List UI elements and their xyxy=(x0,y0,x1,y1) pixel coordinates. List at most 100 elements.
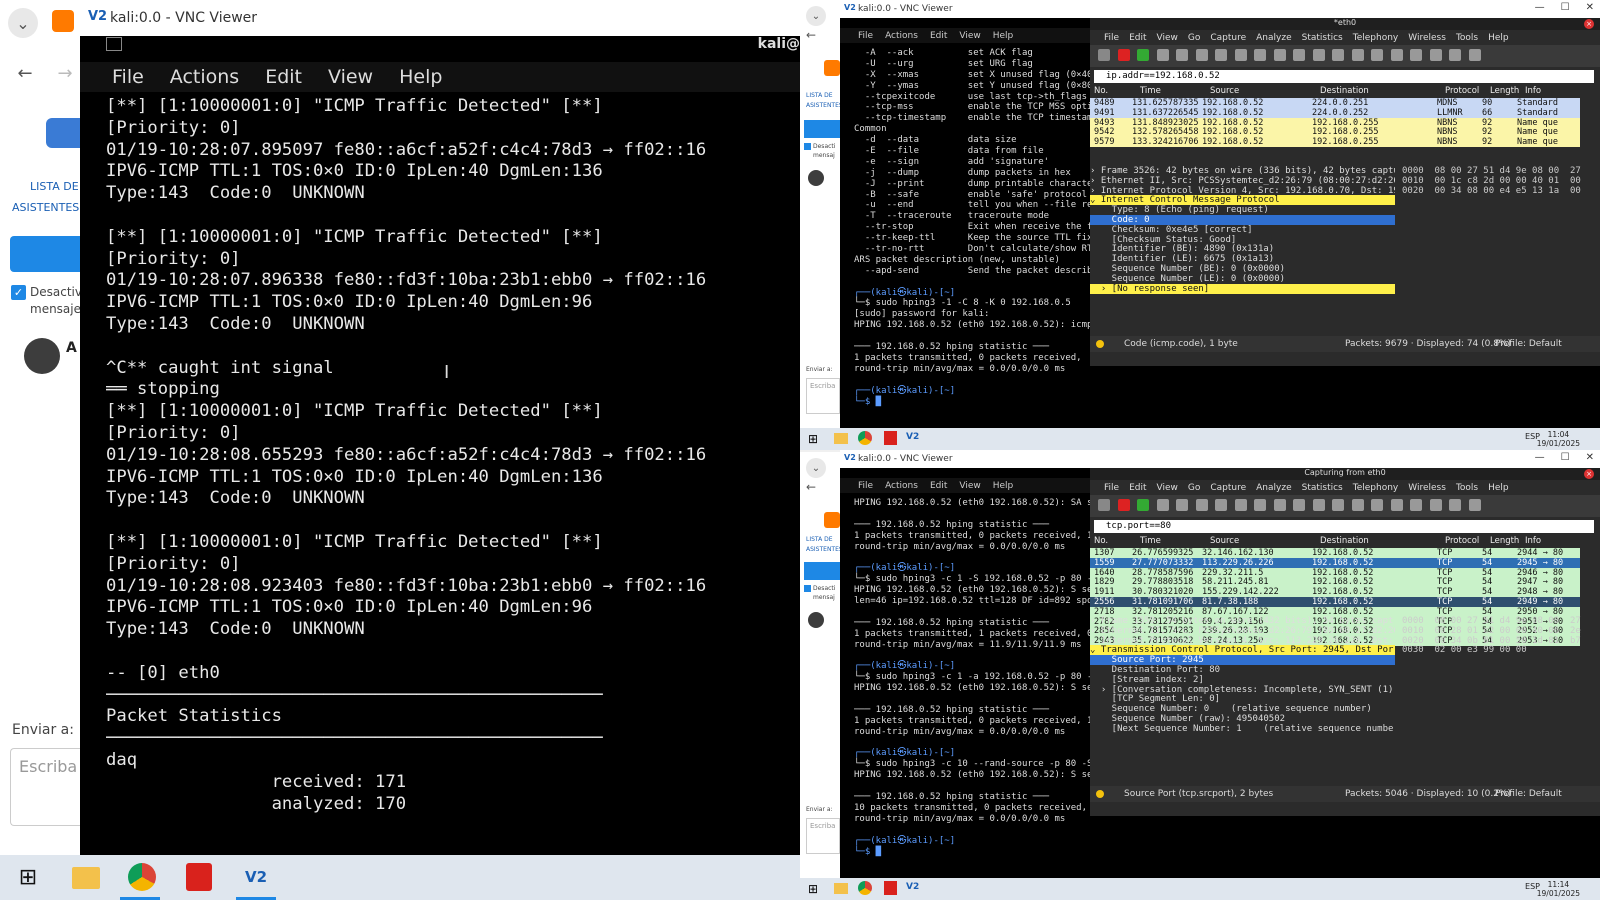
snort-terminal-output[interactable]: [**] [1:10000001:0] "ICMP Traffic Detect… xyxy=(106,95,796,850)
menu-view[interactable]: View xyxy=(328,66,373,88)
packet-detail-line[interactable]: Checksum: 0xe4e5 [correct] xyxy=(1090,225,1395,235)
menu-actions[interactable]: Actions xyxy=(170,66,239,88)
maximize-icon[interactable]: ☐ xyxy=(1561,2,1570,13)
search-icon[interactable] xyxy=(1254,499,1266,511)
save-icon[interactable] xyxy=(1195,499,1208,511)
column-header[interactable]: Destination xyxy=(1320,536,1369,546)
column-header[interactable]: Source xyxy=(1210,536,1239,546)
menu-view[interactable]: View xyxy=(959,31,980,41)
resize-columns-icon[interactable] xyxy=(1468,499,1481,511)
save-icon[interactable] xyxy=(1195,49,1208,61)
forward-icon[interactable] xyxy=(1293,49,1305,61)
column-header[interactable]: Info xyxy=(1525,86,1541,96)
restart-capture-icon[interactable] xyxy=(1137,499,1149,511)
column-header[interactable]: Length xyxy=(1490,86,1519,96)
normal-size-icon[interactable] xyxy=(1449,499,1461,511)
packet-detail-line[interactable]: [Checksum Status: Good] xyxy=(1090,235,1395,245)
menu-help[interactable]: Help xyxy=(399,66,442,88)
shark-fin-icon[interactable] xyxy=(1098,499,1110,511)
forward-icon[interactable] xyxy=(1293,499,1305,511)
column-header[interactable]: Length xyxy=(1490,536,1519,546)
menu-telephony[interactable]: Telephony xyxy=(1353,33,1399,43)
stop-capture-icon[interactable] xyxy=(1117,499,1130,511)
menu-help[interactable]: Help xyxy=(993,481,1014,491)
packet-row[interactable]: 9489 131.625787335 192.168.0.52 224.0.0.251… xyxy=(1090,98,1580,108)
display-filter-input[interactable]: ip.addr==192.168.0.52 xyxy=(1094,70,1594,83)
file-explorer-icon[interactable] xyxy=(834,433,848,444)
packet-detail-line[interactable]: › [Conversation completeness: Incomplete… xyxy=(1090,685,1395,695)
message-input[interactable]: Escriba xyxy=(10,748,80,826)
stop-capture-icon[interactable] xyxy=(1117,49,1130,61)
menu-wireless[interactable]: Wireless xyxy=(1408,483,1446,493)
close-icon[interactable]: × xyxy=(1584,19,1594,29)
goto-icon[interactable] xyxy=(1312,499,1325,511)
menu-edit[interactable]: Edit xyxy=(930,31,947,41)
primary-button[interactable] xyxy=(10,236,80,272)
taskbar-clock[interactable]: 11:14 19/01/2025 xyxy=(1537,880,1580,898)
column-header[interactable]: Info xyxy=(1525,536,1541,546)
packet-detail-line[interactable]: Sequence Number (LE): 0 (0x0000) xyxy=(1090,274,1395,284)
vnc-taskbar-icon[interactable]: V2 xyxy=(906,432,919,442)
file-explorer-icon[interactable] xyxy=(834,883,848,894)
column-header[interactable]: Time xyxy=(1140,86,1161,96)
packet-detail-line[interactable]: Source Port: 2945 xyxy=(1090,655,1395,666)
menu-help[interactable]: Help xyxy=(1488,483,1509,493)
packet-row[interactable]: 2556 31.781091706 81.7.38.188 192.168.0.52 T… xyxy=(1090,597,1580,607)
column-header[interactable]: Protocol xyxy=(1445,86,1479,96)
message-input[interactable]: Escriba xyxy=(806,818,840,854)
column-header[interactable]: Protocol xyxy=(1445,536,1479,546)
vnc-taskbar-icon[interactable]: V2 xyxy=(906,882,919,892)
status-profile[interactable]: Profile: Default xyxy=(1495,339,1562,349)
search-icon[interactable] xyxy=(1254,49,1266,61)
minimize-icon[interactable]: — xyxy=(1535,452,1545,463)
menu-edit[interactable]: Edit xyxy=(265,66,302,88)
windows-start-icon[interactable]: ⊞ xyxy=(808,432,818,446)
open-icon[interactable] xyxy=(1176,499,1188,511)
taskbar-clock[interactable]: 11:04 19/01/2025 xyxy=(1537,430,1580,448)
first-icon[interactable] xyxy=(1332,499,1344,511)
back-arrow-icon[interactable]: ← xyxy=(806,28,816,42)
checkbox-checked-icon[interactable] xyxy=(804,143,811,150)
packet-detail-line[interactable]: Identifier (BE): 4890 (0x131a) xyxy=(1090,244,1395,254)
last-icon[interactable] xyxy=(1351,49,1364,61)
windows-start-icon[interactable]: ⊞ xyxy=(808,882,818,896)
menu-view[interactable]: View xyxy=(959,481,980,491)
hping-terminal[interactable]: HPING 192.168.0.52 (eth0 192.168.0.52): … xyxy=(854,498,1090,868)
packet-detail-line[interactable]: Destination Port: 80 xyxy=(1090,665,1395,675)
packet-detail-line[interactable]: Identifier (LE): 6675 (0x1a13) xyxy=(1090,254,1395,264)
reload-icon[interactable] xyxy=(1234,499,1247,511)
menu-help[interactable]: Help xyxy=(1488,33,1509,43)
menu-tools[interactable]: Tools xyxy=(1456,483,1478,493)
menu-help[interactable]: Help xyxy=(993,31,1014,41)
menu-edit[interactable]: Edit xyxy=(1129,33,1146,43)
close-icon[interactable]: ✕ xyxy=(1586,452,1594,463)
menu-analyze[interactable]: Analyze xyxy=(1256,483,1291,493)
autoscroll-icon[interactable] xyxy=(1371,49,1383,61)
packet-row[interactable]: 9493 131.848923025 192.168.0.52 192.168.0.2… xyxy=(1090,117,1580,128)
packet-row[interactable]: 9491 131.637226545 192.168.0.52 224.0.0.252… xyxy=(1090,107,1580,118)
menu-statistics[interactable]: Statistics xyxy=(1302,33,1343,43)
menu-analyze[interactable]: Analyze xyxy=(1256,33,1291,43)
menu-file[interactable]: File xyxy=(112,66,144,88)
autoscroll-icon[interactable] xyxy=(1371,499,1383,511)
restart-capture-icon[interactable] xyxy=(1137,49,1149,61)
menu-go[interactable]: Go xyxy=(1188,483,1200,493)
reload-icon[interactable] xyxy=(1234,49,1247,61)
colorize-icon[interactable] xyxy=(1390,49,1403,61)
column-header[interactable]: No. xyxy=(1094,536,1108,546)
minimize-icon[interactable]: — xyxy=(1535,2,1545,13)
packet-detail-line[interactable]: Code: 0 xyxy=(1090,215,1395,225)
acrobat-icon[interactable] xyxy=(884,881,897,895)
packet-row[interactable]: 9579 133.324216706 192.168.0.52 192.168.0.2… xyxy=(1090,137,1580,148)
menu-view[interactable]: View xyxy=(1157,33,1178,43)
acrobat-icon[interactable] xyxy=(186,863,212,891)
packet-detail-line[interactable]: Sequence Number (BE): 0 (0x0000) xyxy=(1090,264,1395,274)
packet-row[interactable]: 1829 29.778803518 58.211.245.81 192.168.0.5… xyxy=(1090,577,1580,588)
primary-button[interactable] xyxy=(804,562,840,580)
back-arrow-icon[interactable]: ← xyxy=(806,480,816,494)
packet-detail-line[interactable]: › Frame 3526: 42 bytes on wire (336 bits… xyxy=(1090,166,1395,176)
forward-arrow-icon[interactable]: → xyxy=(52,60,78,86)
packet-row[interactable]: 1559 27.777073332 113.229.26.226 192.168.0.… xyxy=(1090,557,1580,568)
chrome-icon[interactable] xyxy=(858,881,872,895)
close-file-icon[interactable] xyxy=(1215,49,1227,61)
